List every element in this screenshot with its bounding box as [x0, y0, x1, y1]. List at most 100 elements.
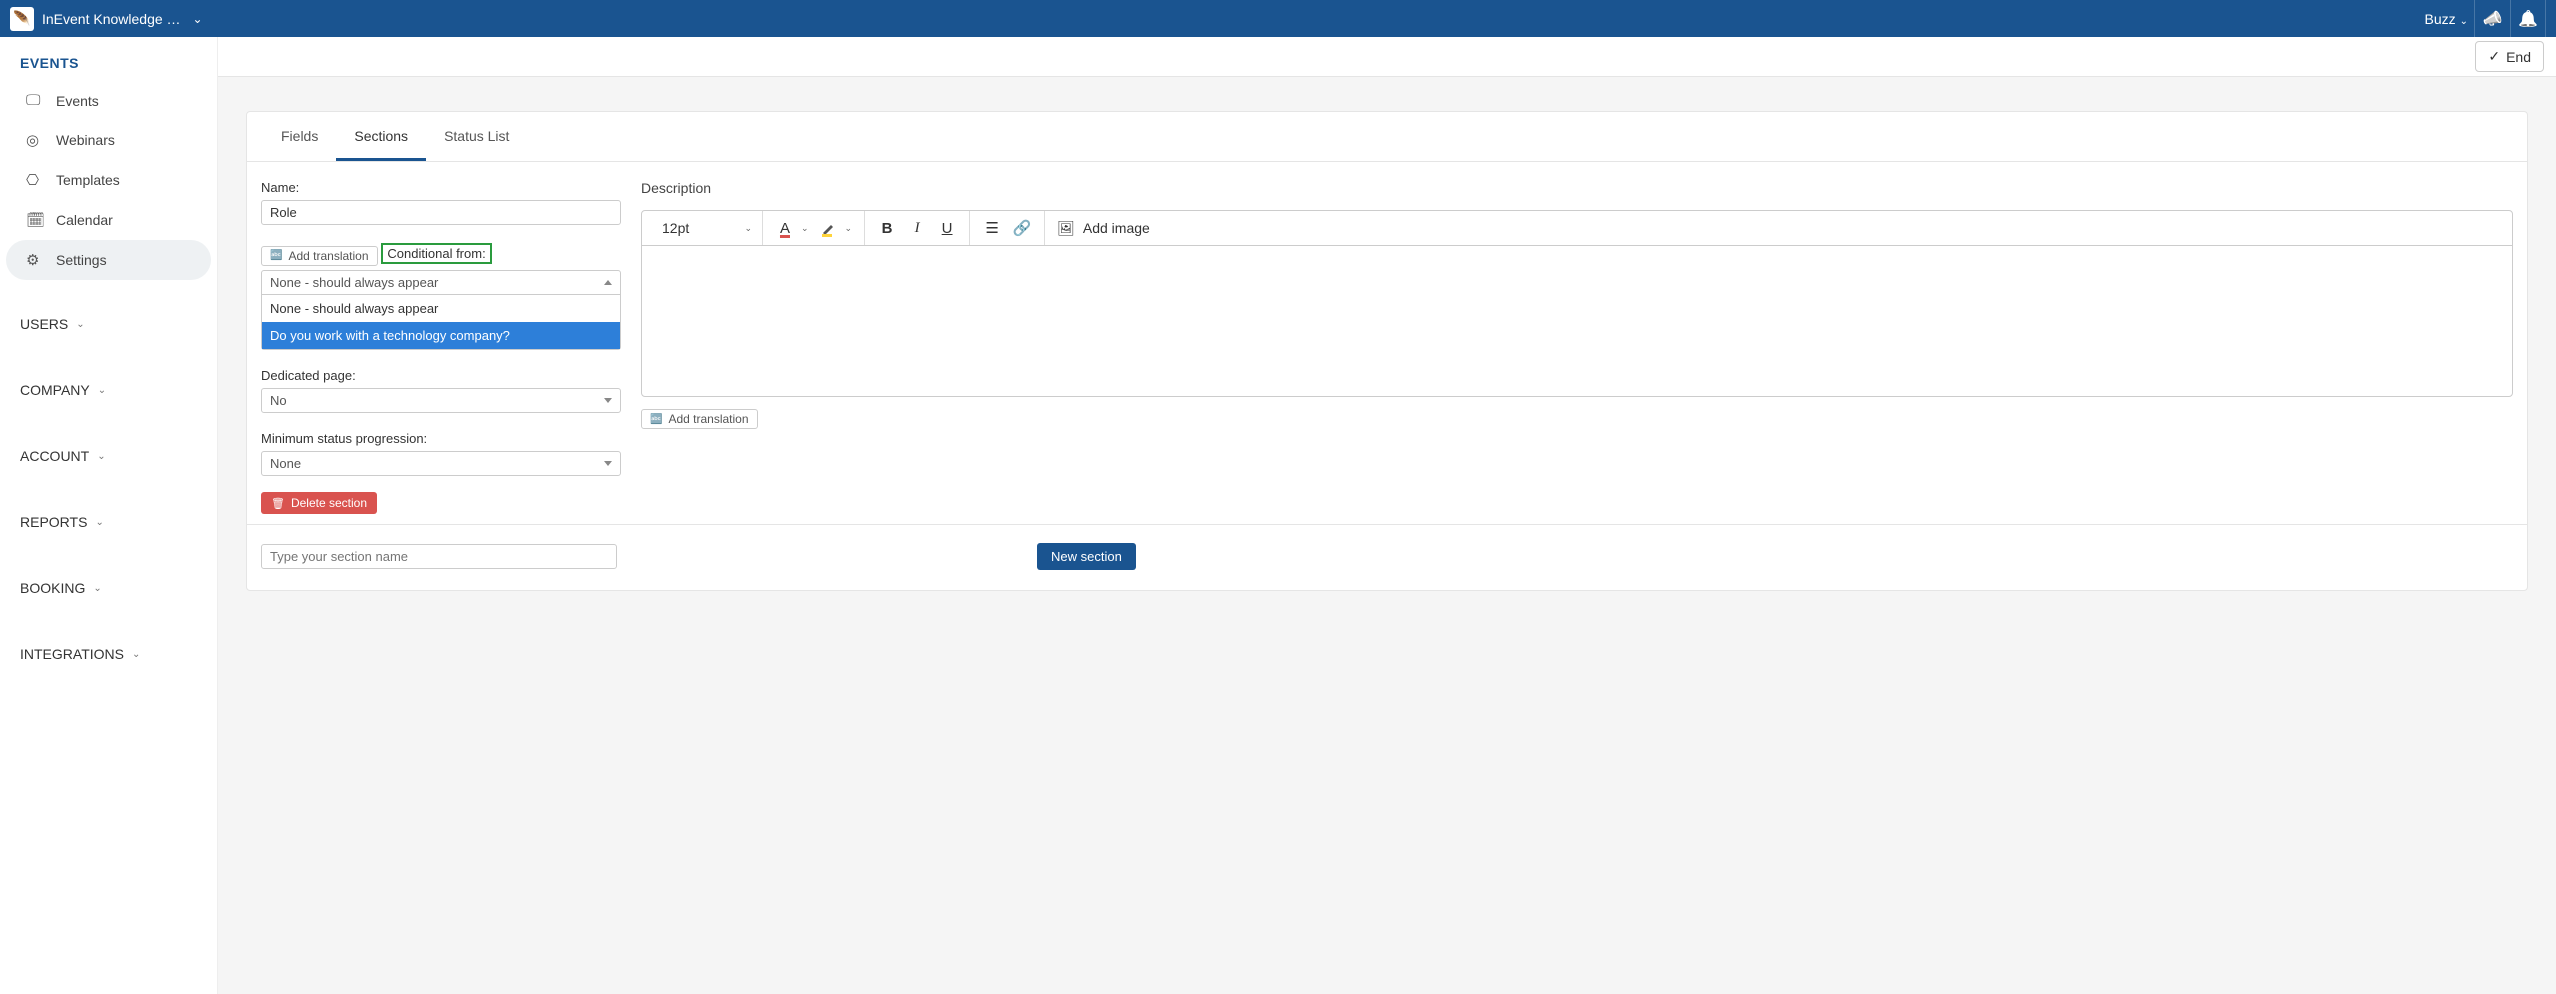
new-section-input[interactable]: [261, 544, 617, 569]
sidebar-item-templates[interactable]: Templates: [6, 160, 211, 200]
sidebar: EVENTS Events Webinars Templates Calenda…: [0, 37, 218, 994]
template-icon: [26, 171, 44, 189]
sidebar-item-calendar[interactable]: Calendar: [6, 200, 211, 240]
action-row: End: [218, 37, 2556, 77]
min-status-value: None: [270, 456, 301, 471]
announcements-icon[interactable]: [2474, 0, 2510, 37]
sidebar-group-label: INTEGRATIONS: [20, 646, 124, 662]
chevron-down-icon: ⌄: [95, 517, 103, 528]
chevron-down-icon: ⌄: [132, 649, 140, 660]
min-status-label: Minimum status progression:: [261, 431, 621, 446]
sidebar-item-label: Settings: [56, 252, 107, 268]
calendar-icon: [26, 211, 44, 229]
add-image-button[interactable]: 🖼 Add image: [1045, 211, 1162, 245]
sidebar-item-label: Webinars: [56, 132, 115, 148]
underline-button[interactable]: U: [937, 220, 957, 237]
conditional-option-tech[interactable]: Do you work with a technology company?: [262, 322, 620, 349]
new-section-button[interactable]: New section: [1037, 543, 1136, 570]
tab-fields[interactable]: Fields: [263, 112, 336, 161]
sidebar-group-reports[interactable]: REPORTS ⌄: [0, 500, 217, 544]
end-button-label: End: [2506, 49, 2531, 65]
monitor-icon: [26, 92, 44, 109]
topbar: 🪶 InEvent Knowledge … ⌄ Buzz⌄: [0, 0, 2556, 37]
tabs: Fields Sections Status List: [247, 112, 2527, 162]
sidebar-group-label: COMPANY: [20, 382, 90, 398]
left-column: Name: 🔤 Add translation Conditional from:…: [261, 180, 621, 514]
panel: Fields Sections Status List Name: 🔤 Add t…: [246, 111, 2528, 591]
chevron-down-icon: ⌄: [744, 223, 752, 234]
sidebar-item-label: Events: [56, 93, 99, 109]
dedicated-page-select[interactable]: No: [261, 388, 621, 413]
add-image-label: Add image: [1083, 220, 1150, 236]
sidebar-group-integrations[interactable]: INTEGRATIONS ⌄: [0, 632, 217, 676]
image-icon: 🖼: [1057, 220, 1075, 237]
name-label: Name:: [261, 180, 621, 195]
notifications-icon[interactable]: [2510, 0, 2546, 37]
sidebar-group-users[interactable]: USERS ⌄: [0, 302, 217, 346]
trash-icon: [271, 496, 285, 510]
main: Fields Sections Status List Name: 🔤 Add t…: [218, 77, 2556, 625]
sidebar-header: EVENTS: [0, 37, 217, 81]
description-add-translation-button[interactable]: 🔤 Add translation: [641, 409, 758, 429]
webinar-icon: [26, 131, 44, 149]
conditional-selected[interactable]: None - should always appear: [262, 271, 620, 295]
bold-button[interactable]: B: [877, 220, 897, 237]
translation-icon: 🔤: [270, 250, 282, 261]
chevron-down-icon: ⌄: [76, 319, 84, 330]
brand-logo: 🪶: [10, 7, 34, 31]
add-translation-label: Add translation: [668, 412, 748, 426]
tab-status-list[interactable]: Status List: [426, 112, 527, 161]
add-translation-button[interactable]: 🔤 Add translation: [261, 246, 378, 266]
sidebar-item-label: Templates: [56, 172, 120, 188]
link-button[interactable]: 🔗: [1012, 219, 1032, 237]
sidebar-group-label: ACCOUNT: [20, 448, 89, 464]
conditional-selected-text: None - should always appear: [270, 275, 438, 290]
sidebar-group-label: USERS: [20, 316, 68, 332]
triangle-up-icon: [604, 280, 612, 285]
sidebar-group-label: REPORTS: [20, 514, 87, 530]
sidebar-item-label: Calendar: [56, 212, 113, 228]
translation-icon: 🔤: [650, 414, 662, 425]
dedicated-page-value: No: [270, 393, 287, 408]
sidebar-item-webinars[interactable]: Webinars: [6, 120, 211, 160]
form-area: Name: 🔤 Add translation Conditional from:…: [247, 162, 2527, 524]
dedicated-page-label: Dedicated page:: [261, 368, 621, 383]
editor-body[interactable]: [642, 246, 2512, 396]
add-translation-label: Add translation: [288, 249, 368, 263]
font-size-select[interactable]: 12pt ⌄: [652, 220, 762, 236]
triangle-down-icon: [604, 398, 612, 403]
delete-section-label: Delete section: [291, 496, 367, 510]
italic-button[interactable]: I: [907, 220, 927, 237]
font-size-value: 12pt: [662, 220, 689, 236]
chevron-down-icon: ⌄: [93, 583, 101, 594]
triangle-down-icon: [604, 461, 612, 466]
end-button[interactable]: End: [2475, 41, 2544, 72]
conditional-select[interactable]: None - should always appear None - shoul…: [261, 270, 621, 350]
sidebar-group-account[interactable]: ACCOUNT ⌄: [0, 434, 217, 478]
delete-section-button[interactable]: Delete section: [261, 492, 377, 514]
conditional-option-none[interactable]: None - should always appear: [262, 295, 620, 322]
chevron-down-icon: ⌄: [801, 223, 809, 234]
sidebar-item-events[interactable]: Events: [6, 81, 211, 120]
sidebar-item-settings[interactable]: Settings: [6, 240, 211, 280]
conditional-label: Conditional from:: [387, 247, 485, 260]
sidebar-group-booking[interactable]: BOOKING ⌄: [0, 566, 217, 610]
highlight-color-button[interactable]: [819, 219, 839, 237]
chevron-down-icon: ⌄: [97, 451, 105, 462]
brand-chevron-icon[interactable]: ⌄: [193, 12, 203, 26]
name-input[interactable]: [261, 200, 621, 225]
description-label: Description: [641, 180, 2513, 196]
chevron-down-icon: ⌄: [98, 385, 106, 396]
min-status-select[interactable]: None: [261, 451, 621, 476]
new-section-row: New section: [247, 524, 2527, 590]
sidebar-group-label: BOOKING: [20, 580, 85, 596]
text-color-button[interactable]: A: [775, 220, 795, 237]
editor-toolbar: 12pt ⌄ A ⌄ ⌄ B I U: [642, 211, 2512, 246]
user-menu[interactable]: Buzz⌄: [2424, 11, 2468, 27]
bullet-list-button[interactable]: ☰: [982, 219, 1002, 237]
right-column: Description 12pt ⌄ A ⌄ ⌄ B I U: [641, 180, 2513, 514]
rich-editor: 12pt ⌄ A ⌄ ⌄ B I U: [641, 210, 2513, 397]
tab-sections[interactable]: Sections: [336, 112, 426, 161]
gear-icon: [26, 251, 44, 269]
sidebar-group-company[interactable]: COMPANY ⌄: [0, 368, 217, 412]
